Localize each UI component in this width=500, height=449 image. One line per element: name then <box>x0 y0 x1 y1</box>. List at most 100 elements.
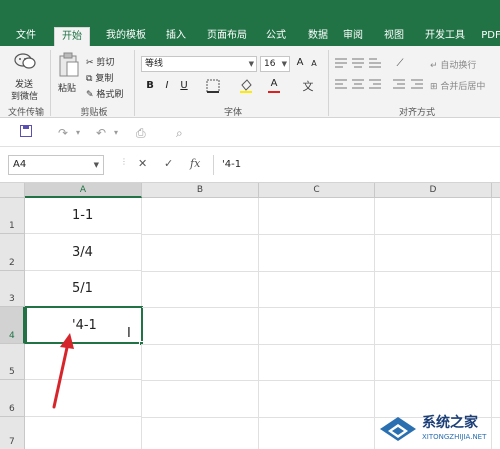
font-name-select[interactable]: 等线 ▼ <box>141 56 257 72</box>
tab-home[interactable]: 开始 <box>54 27 90 46</box>
tab-developer[interactable]: 开发工具 <box>418 27 472 46</box>
row-header[interactable]: 6 <box>0 380 25 417</box>
chevron-down-icon[interactable]: ▾ <box>114 125 118 141</box>
tab-my-templates[interactable]: 我的模板 <box>96 27 156 46</box>
chevron-down-icon: ▼ <box>281 60 287 68</box>
font-color-letter: A <box>270 78 278 89</box>
watermark-sub-text: XITONGZHIJIA.NET <box>422 433 487 441</box>
select-all-corner[interactable] <box>0 183 25 198</box>
increase-indent-icon[interactable] <box>410 78 424 90</box>
tab-pdf[interactable]: PDF <box>476 27 500 46</box>
grow-font-button[interactable]: A <box>293 56 307 70</box>
chevron-down-icon: ▼ <box>248 60 254 68</box>
column-header-d[interactable]: D <box>375 183 492 198</box>
font-color-button[interactable]: A <box>267 77 281 91</box>
align-right-icon[interactable] <box>368 78 382 90</box>
align-top-icon[interactable] <box>334 57 348 69</box>
more-options-icon: ⋮ <box>120 157 128 166</box>
cancel-icon[interactable]: ✕ <box>138 157 147 170</box>
group-separator <box>50 50 51 116</box>
wrap-text-button[interactable]: ↵ 自动换行 <box>430 58 476 71</box>
cell-a3[interactable]: 5/1 <box>25 271 142 307</box>
row-header[interactable]: 5 <box>0 344 25 380</box>
cell-a5[interactable] <box>25 344 142 380</box>
merge-center-button[interactable]: ⊞ 合并后居中 <box>430 79 485 92</box>
red-arrow-annotation <box>52 333 74 409</box>
wechat-icon[interactable] <box>14 52 36 70</box>
paintbrush-icon: ✎ <box>86 90 94 100</box>
row-header[interactable]: 2 <box>0 234 25 271</box>
text-cursor-icon: I <box>127 326 131 341</box>
cut-button[interactable]: ✂ 剪切 <box>86 55 114 68</box>
tab-page-layout[interactable]: 页面布局 <box>200 27 254 46</box>
underline-button[interactable]: U <box>177 79 191 93</box>
name-box-value: A4 <box>13 159 27 170</box>
undo-icon[interactable]: ↶ <box>96 125 106 141</box>
font-size-select[interactable]: 16 ▼ <box>260 56 290 72</box>
cell-a4-active[interactable]: '4-1 <box>25 306 143 344</box>
format-painter-label: 格式刷 <box>96 90 124 100</box>
font-color-bar <box>268 91 280 93</box>
formula-input[interactable]: '4-1 <box>213 155 500 175</box>
column-header-a[interactable]: A <box>25 183 142 198</box>
zoom-icon[interactable]: ⌕ <box>176 125 183 141</box>
paste-icon[interactable] <box>58 52 80 78</box>
bold-button[interactable]: B <box>143 79 157 93</box>
border-icon[interactable] <box>205 79 221 93</box>
group-label-alignment: 对齐方式 <box>398 108 435 118</box>
watermark-main-text: 系统之家 <box>422 415 478 431</box>
orientation-icon[interactable]: ⟋ <box>392 56 408 70</box>
chevron-down-icon[interactable]: ▾ <box>76 125 80 141</box>
cut-label: 剪切 <box>96 58 115 68</box>
row-header[interactable]: 7 <box>0 417 25 449</box>
ribbon-home: 发送 到微信 文件传输 粘贴 ✂ 剪切 ⧉ 复制 ✎ 格式刷 剪贴板 等线 ▼ 1… <box>0 46 500 118</box>
group-label-font: 字体 <box>223 108 242 118</box>
decrease-indent-icon[interactable] <box>392 78 406 90</box>
merge-center-label: 合并后居中 <box>440 82 486 92</box>
row-header-selected[interactable]: 4 <box>0 307 25 344</box>
copy-label: 复制 <box>95 74 114 84</box>
shrink-font-button[interactable]: A <box>307 57 321 71</box>
group-separator <box>134 50 135 116</box>
column-header-e[interactable] <box>492 183 500 198</box>
tab-insert[interactable]: 插入 <box>158 27 194 46</box>
phonetic-icon[interactable]: 文 <box>300 79 316 93</box>
tab-view[interactable]: 视图 <box>376 27 412 46</box>
quick-access-toolbar: ↷ ▾ ↶ ▾ ⎙ ⌕ <box>0 118 500 147</box>
align-left-icon[interactable] <box>334 78 348 90</box>
row-header[interactable]: 1 <box>0 198 25 234</box>
copy-button[interactable]: ⧉ 复制 <box>86 71 113 84</box>
group-separator <box>328 50 329 116</box>
format-painter-button[interactable]: ✎ 格式刷 <box>86 87 123 100</box>
name-box[interactable]: A4 ▼ <box>8 155 104 175</box>
tab-review[interactable]: 审阅 <box>338 27 368 46</box>
cell-a7[interactable] <box>25 417 142 449</box>
tab-file[interactable]: 文件 <box>6 27 46 46</box>
group-label-file-transfer: 文件传输 <box>7 108 44 118</box>
italic-button[interactable]: I <box>160 79 174 93</box>
tab-data[interactable]: 数据 <box>300 27 336 46</box>
cell-a6[interactable] <box>25 380 142 417</box>
paste-label[interactable]: 粘贴 <box>58 81 76 94</box>
print-preview-icon[interactable]: ⎙ <box>136 125 146 141</box>
align-bottom-icon[interactable] <box>368 57 382 69</box>
align-middle-icon[interactable] <box>351 57 365 69</box>
fill-color-icon[interactable] <box>238 79 254 93</box>
column-header-b[interactable]: B <box>142 183 259 198</box>
cell-a1[interactable]: 1-1 <box>25 198 142 234</box>
send-to-wechat-label-2[interactable]: 到微信 <box>11 89 38 102</box>
confirm-icon[interactable]: ✓ <box>164 157 173 170</box>
ribbon-tabs: 文件 开始 我的模板 插入 页面布局 公式 数据 审阅 视图 开发工具 PDF <box>0 25 500 46</box>
insert-function-button[interactable]: fx <box>190 157 200 170</box>
row-header[interactable]: 3 <box>0 271 25 307</box>
tab-formulas[interactable]: 公式 <box>258 27 294 46</box>
cell-a2[interactable]: 3/4 <box>25 234 142 271</box>
wrap-text-icon: ↵ <box>430 61 438 71</box>
copy-icon: ⧉ <box>86 74 93 84</box>
merge-icon: ⊞ <box>430 82 438 92</box>
align-center-icon[interactable] <box>351 78 365 90</box>
save-icon[interactable] <box>20 125 32 141</box>
formula-bar: A4 ▼ ⋮ ✕ ✓ fx '4-1 <box>0 147 500 183</box>
column-header-c[interactable]: C <box>259 183 375 198</box>
redo-icon[interactable]: ↷ <box>58 125 68 141</box>
